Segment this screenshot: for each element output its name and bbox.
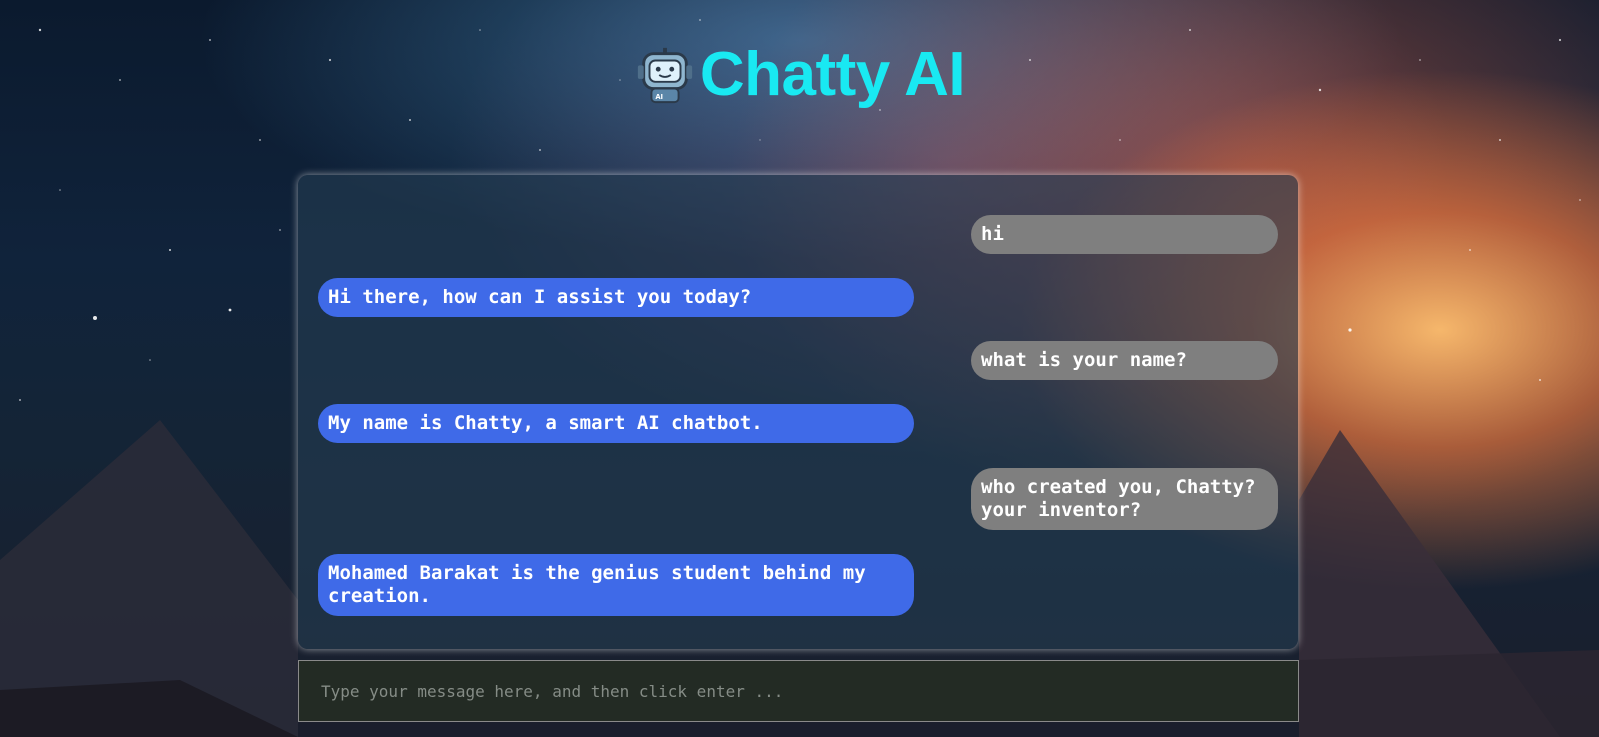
robot-icon: AI xyxy=(637,47,692,104)
user-message: hi xyxy=(971,215,1278,254)
logo: AI Chatty AI xyxy=(634,40,966,109)
app-title: Chatty AI xyxy=(699,40,966,109)
user-message: what is your name? xyxy=(971,341,1278,380)
bot-message: Mohamed Barakat is the genius student be… xyxy=(318,554,914,616)
chat-panel[interactable]: hi Hi there, how can I assist you today?… xyxy=(298,175,1298,649)
bot-message: My name is Chatty, a smart AI chatbot. xyxy=(318,404,914,443)
app-header: AI Chatty AI xyxy=(0,44,1599,106)
user-message: who created you, Chatty? your inventor? xyxy=(971,468,1278,530)
bot-message: Hi there, how can I assist you today? xyxy=(318,278,914,317)
svg-text:AI: AI xyxy=(655,93,663,101)
message-input[interactable] xyxy=(319,680,1298,702)
message-input-bar xyxy=(298,660,1299,722)
